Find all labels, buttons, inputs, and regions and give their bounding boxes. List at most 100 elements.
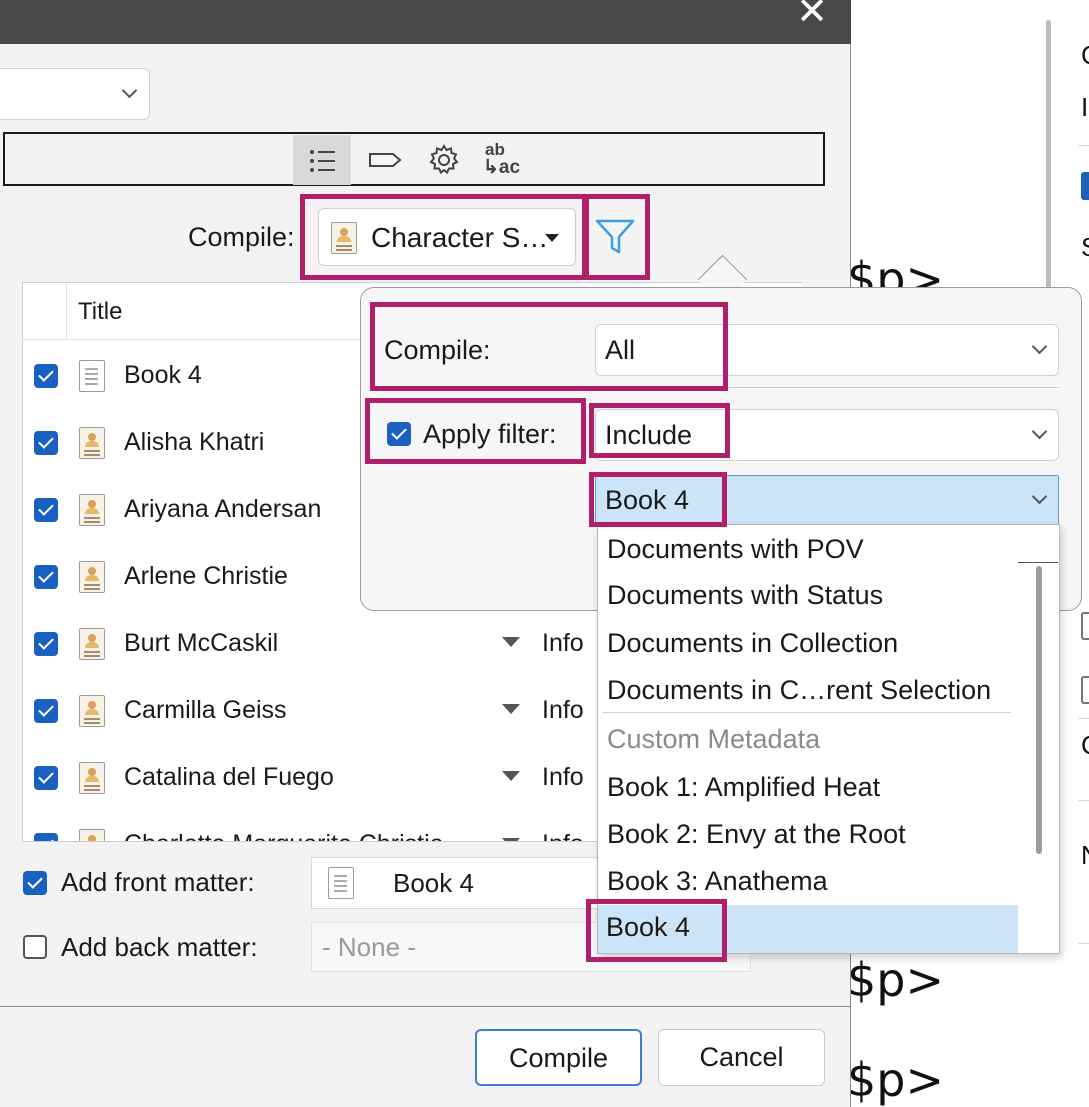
section-type-value[interactable]: Info xyxy=(542,830,584,841)
include-checkbox[interactable] xyxy=(34,632,58,656)
back-matter-label: Add back matter: xyxy=(61,932,258,962)
section-type-value[interactable]: Info xyxy=(542,696,584,725)
apply-filter-label: Apply filter: xyxy=(423,419,557,449)
chevron-down-icon xyxy=(1031,488,1048,505)
list-icon xyxy=(310,150,335,172)
background-code: $p> xyxy=(847,953,945,1007)
character-icon xyxy=(79,695,105,727)
include-checkbox[interactable] xyxy=(34,364,58,388)
filter-mode-select[interactable]: Include xyxy=(595,409,1059,461)
include-checkbox[interactable] xyxy=(34,431,58,455)
row-title: Catalina del Fuego xyxy=(124,763,334,791)
replacements-icon: ab ↳ac xyxy=(483,140,521,178)
compile-button[interactable]: Compile xyxy=(475,1029,642,1086)
filter-mode-value: Include xyxy=(605,420,693,450)
character-icon xyxy=(331,222,357,254)
character-icon xyxy=(79,762,105,794)
row-title: Carmilla Geiss xyxy=(124,696,287,724)
front-matter-checkbox[interactable] xyxy=(23,871,47,895)
close-button[interactable]: ✕ xyxy=(783,0,841,30)
section-type-caret-icon[interactable] xyxy=(502,771,520,781)
character-icon xyxy=(79,494,105,526)
front-matter-label: Add front matter: xyxy=(61,867,255,897)
row-title: Arlene Christie xyxy=(124,562,288,590)
section-type-value[interactable]: Info xyxy=(542,763,584,792)
background-scrollbar[interactable] xyxy=(1046,20,1051,290)
dropdown-scrollbar[interactable] xyxy=(1036,566,1042,854)
row-title: Burt McCaskil xyxy=(124,629,279,657)
side-checkbox[interactable] xyxy=(1081,612,1089,640)
dropdown-option-selected[interactable]: Book 4 xyxy=(598,905,1018,953)
side-checkbox[interactable] xyxy=(1081,172,1089,200)
filter-icon xyxy=(595,219,635,254)
dropdown-option[interactable]: Documents in C…rent Selection xyxy=(607,675,991,706)
row-title: Alisha Khatri xyxy=(124,428,265,456)
filter-compile-select[interactable]: All xyxy=(595,324,1059,376)
cancel-button[interactable]: Cancel xyxy=(658,1029,825,1086)
compile-label: Compile: xyxy=(188,222,295,252)
document-icon xyxy=(328,867,354,899)
filter-target-value: Book 4 xyxy=(605,485,690,515)
side-letter: S xyxy=(1081,232,1089,263)
dropdown-option[interactable]: Book 2: Envy at the Root xyxy=(607,819,906,850)
filter-target-select[interactable]: Book 4 xyxy=(595,475,1059,525)
title-column-header[interactable]: Title xyxy=(78,298,122,326)
dropdown-group-header: Custom Metadata xyxy=(607,724,821,754)
front-matter-value: Book 4 xyxy=(393,868,474,898)
apply-filter-checkbox[interactable] xyxy=(387,422,411,446)
metadata-tab[interactable] xyxy=(355,135,413,185)
compile-toolbar: ab ↳ac xyxy=(3,132,825,186)
back-matter-value: - None - xyxy=(322,932,416,962)
dropdown-option[interactable]: Book 3: Anathema xyxy=(607,866,828,897)
include-checkbox[interactable] xyxy=(34,565,58,589)
dropdown-separator xyxy=(603,712,1011,713)
section-type-caret-icon[interactable] xyxy=(502,637,520,647)
options-tab[interactable] xyxy=(415,135,473,185)
front-matter-select[interactable]: Book 4 xyxy=(311,857,601,909)
contents-tab[interactable] xyxy=(293,135,351,185)
chevron-down-icon xyxy=(121,82,138,99)
character-icon xyxy=(79,628,105,660)
back-matter-checkbox[interactable] xyxy=(23,935,47,959)
include-checkbox[interactable] xyxy=(34,699,58,723)
side-letter: N xyxy=(1081,840,1089,871)
filter-compile-label: Compile: xyxy=(384,335,491,365)
dropdown-option[interactable]: Documents in Collection xyxy=(607,628,898,659)
compile-group-select[interactable]: Character S… xyxy=(318,208,576,266)
dropdown-option[interactable]: Documents with POV xyxy=(607,534,864,565)
row-title: Book 4 xyxy=(124,361,202,389)
replacements-tab[interactable]: ab ↳ac xyxy=(475,135,533,185)
chevron-down-icon xyxy=(1031,423,1048,440)
row-title: Ariyana Andersan xyxy=(124,495,322,523)
dropdown-option[interactable]: Book 1: Amplified Heat xyxy=(607,772,880,803)
section-type-caret-icon[interactable] xyxy=(502,838,520,841)
footer-divider xyxy=(0,1006,851,1007)
compile-group-value: Character S… xyxy=(371,222,549,253)
caret-down-icon xyxy=(545,234,559,242)
side-letter: I xyxy=(1081,92,1089,122)
background-code: $p> xyxy=(847,1053,945,1107)
tag-icon xyxy=(369,153,402,167)
side-checkbox[interactable] xyxy=(1081,676,1089,704)
format-select[interactable] xyxy=(0,68,150,120)
filter-compile-value: All xyxy=(605,335,636,365)
character-icon xyxy=(79,829,105,841)
include-checkbox[interactable] xyxy=(34,766,58,790)
side-letter: C xyxy=(1081,730,1089,761)
character-icon xyxy=(79,427,105,459)
filter-button[interactable] xyxy=(589,197,649,275)
dropdown-option[interactable]: Documents with Status xyxy=(607,580,883,611)
character-icon xyxy=(79,561,105,593)
document-icon xyxy=(79,360,105,392)
chevron-down-icon xyxy=(1031,338,1048,355)
close-icon: ✕ xyxy=(796,0,828,33)
gear-icon xyxy=(429,144,459,175)
include-checkbox[interactable] xyxy=(34,833,58,841)
row-title: Charlotte Marguerite Christie xyxy=(124,830,444,841)
side-letter: C xyxy=(1081,40,1089,71)
dialog-titlebar xyxy=(0,0,851,44)
include-checkbox[interactable] xyxy=(34,498,58,522)
filter-target-dropdown: Documents with POV Documents with Status… xyxy=(597,524,1060,954)
section-type-value[interactable]: Info xyxy=(542,629,584,658)
section-type-caret-icon[interactable] xyxy=(502,704,520,714)
